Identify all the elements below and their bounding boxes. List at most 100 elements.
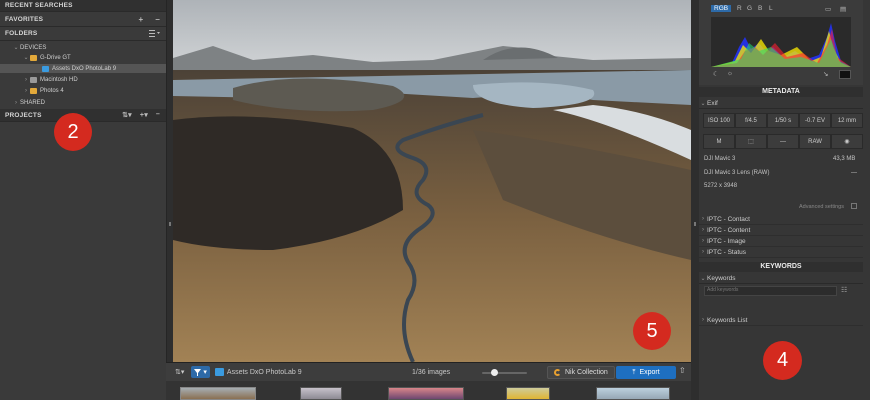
nik-collection-button[interactable]: Nik Collection — [547, 366, 615, 379]
advanced-settings-checkbox[interactable] — [851, 203, 857, 209]
chevron-down-icon[interactable]: ⌄ — [12, 44, 20, 51]
iptc-contact-label: IPTC - Contact — [707, 215, 750, 223]
histogram-chart — [711, 17, 851, 67]
exif-header[interactable]: ⌄ Exif — [699, 98, 863, 109]
thumbnail-4[interactable] — [506, 387, 550, 400]
chevron-right-icon[interactable]: › — [12, 100, 20, 106]
keywords-list[interactable]: › Keywords List — [699, 315, 863, 326]
channel-rgb[interactable]: RGB — [711, 5, 732, 12]
splitter-grip-icon — [169, 222, 171, 226]
info-sidebar: RGB R G B L ▭ ▤ ☾ ☼ ↘ METADATA ⌄ Exif IS… — [699, 0, 870, 400]
chevron-down-icon[interactable]: ⌄ — [699, 100, 707, 107]
filter-icon — [194, 368, 202, 376]
nik-label: Nik Collection — [565, 369, 608, 376]
sort-menu-button[interactable]: ⇅▾ — [172, 366, 187, 378]
library-sidebar: RECENT SEARCHES FAVORITES + – FOLDERS ⌄ … — [0, 0, 166, 400]
file-size: 43,3 MB — [833, 156, 856, 162]
keywords-header[interactable]: ⌄ Keywords — [699, 273, 863, 284]
iptc-content[interactable]: › IPTC - Content — [699, 225, 863, 236]
filmstrip — [166, 381, 693, 400]
folder-icon — [42, 65, 49, 72]
chevron-down-icon[interactable]: ⌄ — [699, 275, 707, 282]
favorites-label: FAVORITES — [5, 15, 44, 23]
tree-gdrive[interactable]: ⌄ G-Drive GT — [0, 53, 166, 62]
drive-icon — [30, 87, 37, 94]
photos4-label: Photos 4 — [40, 87, 64, 94]
filter-button[interactable]: ▾ — [191, 366, 210, 378]
tree-devices[interactable]: ⌄ DEVICES — [0, 43, 166, 52]
chevron-right-icon[interactable]: › — [22, 77, 30, 83]
slider-knob[interactable] — [491, 369, 498, 376]
disk-icon — [30, 76, 37, 83]
folder-view-menu-icon[interactable] — [149, 30, 160, 37]
softproof-icon[interactable]: ▤ — [840, 5, 846, 13]
chevron-down-icon[interactable]: ⌄ — [22, 54, 30, 61]
keywords-label: Keywords — [707, 274, 736, 282]
monitor-icon[interactable]: ▭ — [825, 5, 831, 13]
lens-model: DJI Mavic 3 Lens (RAW) — [704, 170, 770, 176]
thumbnail-3[interactable] — [388, 387, 464, 400]
assets-label: Assets DxO PhotoLab 9 — [52, 65, 117, 72]
iptc-contact[interactable]: › IPTC - Contact — [699, 214, 863, 225]
iptc-status-label: IPTC - Status — [707, 248, 747, 256]
gdrive-label: G-Drive GT — [40, 54, 71, 61]
macintosh-label: Macintosh HD — [40, 76, 78, 83]
recent-searches-header[interactable]: RECENT SEARCHES — [0, 0, 166, 12]
channel-r[interactable]: R — [737, 5, 742, 12]
thumbnail-1[interactable] — [180, 387, 256, 400]
export-button[interactable]: ⤒ Export — [616, 366, 676, 379]
chevron-right-icon: › — [702, 238, 704, 244]
tree-macintosh[interactable]: › Macintosh HD — [0, 75, 166, 84]
channel-l[interactable]: L — [769, 5, 773, 12]
favorites-header[interactable]: FAVORITES + – — [0, 12, 166, 27]
channel-b[interactable]: B — [758, 5, 762, 12]
remove-project-button[interactable]: – — [156, 111, 160, 119]
eyedropper-icon[interactable]: ↘ — [823, 70, 828, 78]
tree-assets[interactable]: Assets DxO PhotoLab 9 — [0, 64, 166, 73]
folders-header[interactable]: FOLDERS — [0, 27, 166, 41]
advanced-settings-link[interactable]: Advanced settings — [799, 204, 844, 210]
iptc-status[interactable]: › IPTC - Status — [699, 247, 863, 258]
add-keywords-input[interactable]: Add keywords — [704, 286, 837, 296]
histogram-panel: RGB R G B L ▭ ▤ ☾ ☼ ↘ — [699, 0, 863, 85]
current-folder-name: Assets DxO PhotoLab 9 — [226, 368, 302, 376]
sort-icon[interactable]: ⇅▾ — [122, 111, 132, 119]
devices-label: DEVICES — [20, 44, 47, 51]
add-project-button[interactable]: +▾ — [140, 111, 148, 119]
keywords-list-label: Keywords List — [707, 316, 748, 324]
left-panel-splitter[interactable] — [166, 0, 173, 400]
iptc-image[interactable]: › IPTC - Image — [699, 236, 863, 247]
gps-pin-icon[interactable]: ◉ — [831, 134, 863, 149]
exif-label: Exif — [707, 99, 718, 107]
exif-aperture: f/4.5 — [735, 113, 767, 128]
image-count: 1/36 images — [412, 368, 451, 376]
tree-shared[interactable]: › SHARED — [0, 98, 166, 107]
keyword-tools-icon[interactable]: ☷ — [841, 286, 847, 294]
right-panel-splitter[interactable] — [691, 0, 699, 400]
remove-favorite-button[interactable]: – — [155, 15, 160, 24]
thumbnail-size-slider[interactable] — [482, 369, 527, 376]
exif-format: RAW — [799, 134, 831, 149]
thumbnail-5[interactable] — [596, 387, 670, 400]
chevron-right-icon[interactable]: › — [22, 88, 30, 94]
share-icon[interactable]: ⇧ — [679, 366, 689, 379]
exif-flash: — — [767, 134, 799, 149]
shadow-clipping-icon[interactable]: ☾ — [713, 70, 719, 78]
metadata-title[interactable]: METADATA — [699, 87, 863, 97]
channel-g[interactable]: G — [747, 5, 752, 12]
thumbnail-2[interactable] — [300, 387, 342, 400]
callout-badge-4: 4 — [763, 341, 802, 380]
photo-viewer[interactable]: 5 — [173, 0, 691, 362]
metering-icon: ⬚ — [735, 134, 767, 149]
keywords-title[interactable]: KEYWORDS — [699, 262, 863, 272]
add-favorite-button[interactable]: + — [138, 15, 143, 24]
iptc-content-label: IPTC - Content — [707, 226, 751, 234]
callout-badge-5: 5 — [633, 312, 671, 350]
tree-photos4[interactable]: › Photos 4 — [0, 86, 166, 95]
chevron-right-icon: › — [702, 317, 704, 323]
highlight-clipping-icon[interactable]: ☼ — [727, 70, 733, 77]
callout-badge-2: 2 — [54, 113, 92, 151]
exif-exposure: -0.7 EV — [799, 113, 831, 128]
exif-shutter: 1/50 s — [767, 113, 799, 128]
shared-label: SHARED — [20, 99, 46, 106]
